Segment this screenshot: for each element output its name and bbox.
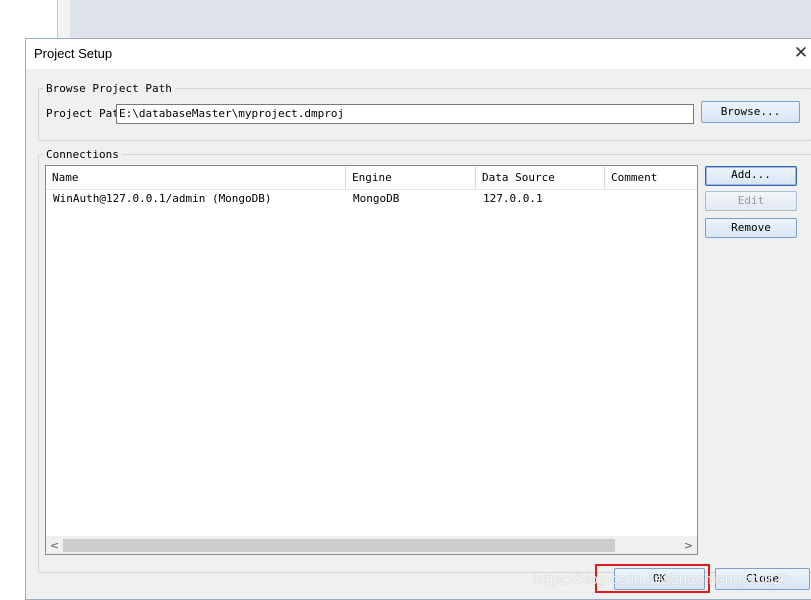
browse-group-legend: Browse Project Path — [46, 82, 172, 95]
column-header-comment[interactable]: Comment — [605, 166, 697, 189]
dialog-titlebar: Project Setup ✕ — [26, 39, 811, 69]
column-header-engine[interactable]: Engine — [346, 166, 476, 189]
dialog-title: Project Setup — [34, 46, 113, 61]
remove-button[interactable]: Remove — [705, 218, 797, 238]
scrollbar-thumb[interactable] — [63, 539, 615, 552]
background-splitter — [57, 0, 71, 38]
close-icon[interactable]: ✕ — [791, 43, 811, 63]
background-panel — [70, 0, 811, 38]
cell-data-source: 127.0.0.1 — [483, 192, 543, 205]
background-window — [0, 0, 811, 38]
horizontal-scrollbar[interactable]: < > — [46, 536, 697, 554]
connections-list[interactable]: Name Engine Data Source Comment WinAuth@… — [45, 165, 698, 555]
add-button[interactable]: Add... — [705, 166, 797, 186]
list-item[interactable]: WinAuth@127.0.0.1/admin (MongoDB) MongoD… — [46, 190, 697, 207]
column-header-name[interactable]: Name — [46, 166, 346, 189]
ok-button[interactable]: OK — [614, 568, 705, 590]
connections-group-legend: Connections — [46, 148, 119, 161]
column-header-data-source[interactable]: Data Source — [476, 166, 605, 189]
project-setup-dialog: Project Setup ✕ Browse Project Path Proj… — [25, 38, 811, 600]
list-header: Name Engine Data Source Comment — [46, 166, 697, 190]
edit-button[interactable]: Edit — [705, 191, 797, 211]
cell-name: WinAuth@127.0.0.1/admin (MongoDB) — [53, 192, 272, 205]
close-button[interactable]: Close — [715, 568, 810, 590]
cell-engine: MongoDB — [353, 192, 400, 205]
scroll-left-icon[interactable]: < — [46, 537, 63, 554]
scroll-right-icon[interactable]: > — [680, 537, 697, 554]
browse-button[interactable]: Browse... — [701, 101, 800, 123]
project-path-label: Project Path — [46, 107, 126, 120]
project-path-input[interactable]: E:\databaseMaster\myproject.dmproj — [116, 104, 694, 124]
